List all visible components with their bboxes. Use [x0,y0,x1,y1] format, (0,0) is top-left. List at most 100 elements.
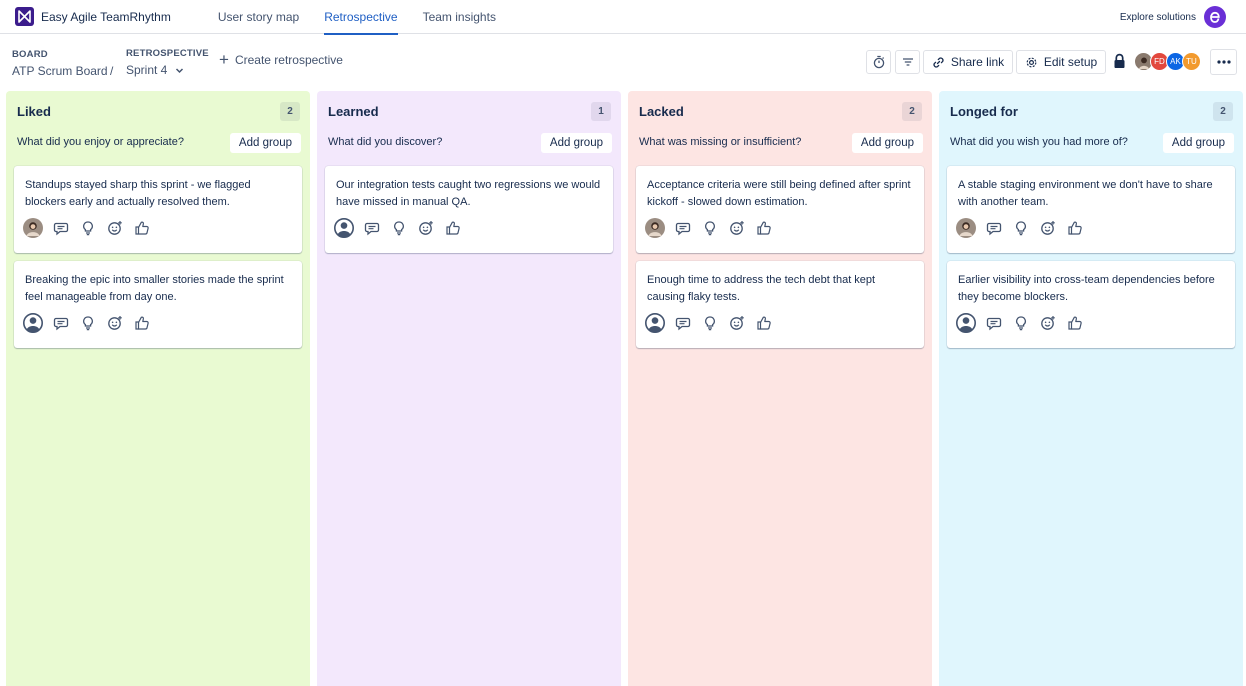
lock-icon[interactable] [1113,53,1126,69]
thumbs-up-icon[interactable] [755,219,773,237]
retro-card[interactable]: Breaking the epic into smaller stories m… [14,261,302,348]
lightbulb-icon[interactable] [79,219,97,237]
card-actions [956,313,1084,333]
link-icon [932,56,945,69]
anonymous-user-icon [645,313,665,333]
easy-agile-logo-icon[interactable] [1204,6,1226,28]
thumbs-up-icon[interactable] [1066,219,1084,237]
card-count-badge: 2 [1213,102,1233,121]
tab-retrospective[interactable]: Retrospective [324,0,398,35]
retrospective-label: RETROSPECTIVE [126,48,209,59]
filter-button[interactable] [895,50,920,74]
add-reaction-icon[interactable] [417,219,435,237]
avatar [956,218,976,238]
comment-icon[interactable] [985,314,1003,332]
column-learned: Learned 1 What did you discover? Add group O… [317,91,621,686]
column-liked: Liked 2 What did you enjoy or appreciate? A… [6,91,310,686]
create-retrospective-label: Create retrospective [234,53,343,67]
retro-card[interactable]: Our integration tests caught two regress… [325,166,613,253]
comment-icon[interactable] [674,219,692,237]
gear-icon [1025,56,1038,69]
plus-icon: + [219,50,229,69]
comment-icon[interactable] [363,219,381,237]
add-reaction-icon[interactable] [728,219,746,237]
thumbs-up-icon[interactable] [1066,314,1084,332]
tab-user-story-map[interactable]: User story map [218,0,299,34]
add-group-button[interactable]: Add group [1162,133,1234,153]
filter-icon [901,55,915,69]
card-text: Acceptance criteria were still being def… [647,179,911,208]
card-text: Standups stayed sharp this sprint - we f… [25,179,251,208]
card-actions [23,218,151,238]
thumbs-up-icon[interactable] [755,314,773,332]
brand[interactable]: Easy Agile TeamRhythm [15,7,171,26]
board-name[interactable]: ATP Scrum Board [12,64,108,78]
edit-setup-label: Edit setup [1043,55,1098,69]
retro-card[interactable]: Standups stayed sharp this sprint - we f… [14,166,302,253]
avatar [645,218,665,238]
breadcrumb-separator: / [110,64,114,78]
more-actions-button[interactable] [1210,49,1237,75]
lightbulb-icon[interactable] [701,314,719,332]
sprint-name: Sprint 4 [126,63,168,77]
edit-setup-button[interactable]: Edit setup [1016,50,1106,74]
comment-icon[interactable] [52,219,70,237]
retro-card[interactable]: Enough time to address the tech debt tha… [636,261,924,348]
explore-solutions-link[interactable]: Explore solutions [1120,0,1196,34]
card-text: Our integration tests caught two regress… [336,179,601,208]
anonymous-user-icon [23,313,43,333]
lightbulb-icon[interactable] [390,219,408,237]
teamrhythm-logo-icon [15,7,34,26]
comment-icon[interactable] [52,314,70,332]
column-title: Learned [328,104,379,119]
card-actions [645,313,773,333]
chevron-down-icon [175,66,184,75]
add-reaction-icon[interactable] [1039,314,1057,332]
participant-avatars[interactable]: FD AK TU [1134,52,1201,72]
card-actions [956,218,1084,238]
comment-icon[interactable] [674,314,692,332]
column-title: Longed for [950,104,1018,119]
timer-button[interactable] [866,50,891,74]
retro-card[interactable]: A stable staging environment we don't ha… [947,166,1235,253]
top-navigation: Easy Agile TeamRhythm User story map Ret… [0,0,1246,35]
card-text: Enough time to address the tech debt tha… [647,274,876,303]
add-reaction-icon[interactable] [106,219,124,237]
card-count-badge: 2 [902,102,922,121]
board-label: BOARD [12,49,48,60]
share-link-label: Share link [950,55,1005,69]
lightbulb-icon[interactable] [701,219,719,237]
thumbs-up-icon[interactable] [133,219,151,237]
column-title: Lacked [639,104,684,119]
add-group-button[interactable]: Add group [540,133,612,153]
nav-tabs: User story map Retrospective Team insigh… [218,0,521,35]
timer-icon [872,55,886,69]
card-actions [645,218,773,238]
share-link-button[interactable]: Share link [923,50,1013,74]
add-reaction-icon[interactable] [1039,219,1057,237]
column-prompt: What did you wish you had more of? [950,136,1128,148]
card-text: A stable staging environment we don't ha… [958,179,1213,208]
column-prompt: What did you enjoy or appreciate? [17,136,184,148]
create-retrospective-button[interactable]: + Create retrospective [219,50,343,69]
add-group-button[interactable]: Add group [851,133,923,153]
sprint-selector[interactable]: Sprint 4 [126,63,184,77]
lightbulb-icon[interactable] [79,314,97,332]
card-count-badge: 1 [591,102,611,121]
tab-team-insights[interactable]: Team insights [423,0,496,34]
thumbs-up-icon[interactable] [133,314,151,332]
add-reaction-icon[interactable] [106,314,124,332]
comment-icon[interactable] [985,219,1003,237]
lightbulb-icon[interactable] [1012,219,1030,237]
retro-card[interactable]: Acceptance criteria were still being def… [636,166,924,253]
column-lacked: Lacked 2 What was missing or insufficient?… [628,91,932,686]
card-actions [23,313,151,333]
card-count-badge: 2 [280,102,300,121]
add-group-button[interactable]: Add group [229,133,301,153]
lightbulb-icon[interactable] [1012,314,1030,332]
add-reaction-icon[interactable] [728,314,746,332]
anonymous-user-icon [334,218,354,238]
anonymous-user-icon [956,313,976,333]
retro-card[interactable]: Earlier visibility into cross-team depen… [947,261,1235,348]
thumbs-up-icon[interactable] [444,219,462,237]
